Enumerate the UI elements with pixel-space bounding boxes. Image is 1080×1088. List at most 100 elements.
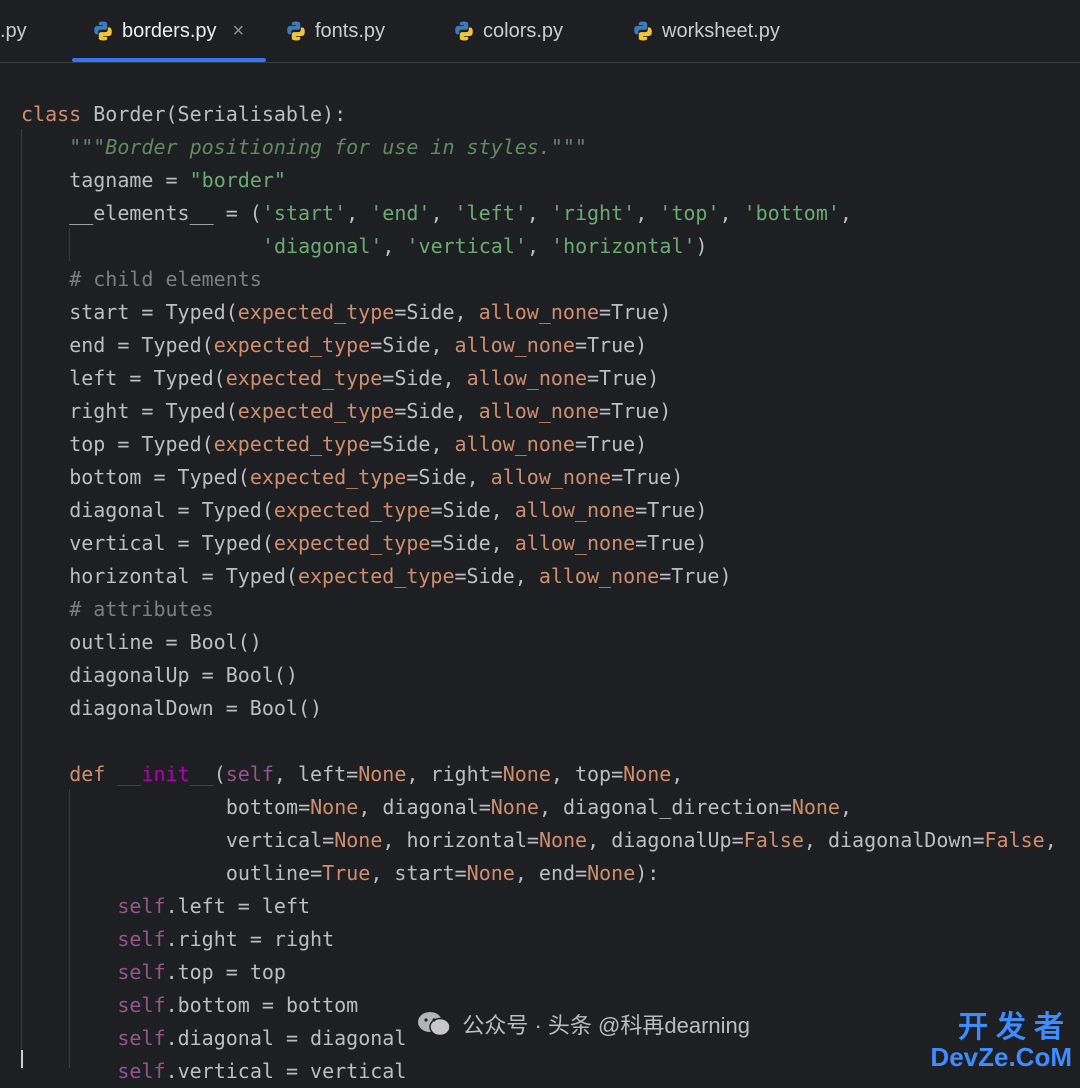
code-token: None [490,795,539,819]
comment-token: # child elements [69,267,262,291]
code-token: 'diagonal' [262,234,383,258]
self-token: self [117,894,166,918]
watermark: 公众号 · 头条 @科再dearning [416,1008,750,1040]
code-token: bottom = Typed( [69,465,250,489]
tab-colors-py[interactable]: colors.py [453,0,563,62]
code-token: tagname = [69,168,190,192]
code-token: , diagonalUp= [587,828,744,852]
code-line: vertical=None, horizontal=None, diagonal… [226,824,1057,857]
self-token: self [117,927,166,951]
code-token: None [538,828,588,852]
tab-borders-py[interactable]: borders.py × [92,0,244,62]
code-token: =Side, [394,399,479,423]
code-token: =Side, [430,531,515,555]
code-token: Border(Serialisable): [81,102,347,126]
code-token: 'bottom' [743,201,840,225]
code-token: 'end' [370,201,431,225]
code-token: None [466,861,515,885]
code-token: 'start' [261,201,347,225]
active-tab-indicator [72,58,266,62]
code-line: def __init__(self, left=None, right=None… [69,758,683,791]
kwarg-token: allow_none [454,432,575,456]
comment-token: # attributes [69,597,214,621]
site-watermark: 开发者 DevZe.CoM [930,1002,1072,1073]
kwarg-token: expected_type [249,465,407,489]
code-token: =Side, [454,564,539,588]
code-token: None [587,861,636,885]
code-token: .bottom = bottom [165,993,359,1017]
code-token: .diagonal = diagonal [165,1026,407,1050]
python-file-icon [94,21,112,41]
code-token: , diagonal_direction= [538,795,792,819]
tab-worksheet-py[interactable]: worksheet.py [632,0,780,62]
kwarg-token: expected_type [237,399,395,423]
code-token: , [1044,828,1057,852]
code-token: .left = left [165,894,311,918]
code-token: start = Typed( [69,300,238,324]
kwarg-token: allow_none [490,465,612,489]
code-token: , [526,234,552,258]
code-line: bottom = Typed(expected_type=Side, allow… [69,461,683,494]
kwarg-token: expected_type [273,498,431,522]
code-token: =True) [599,300,672,324]
code-token: outline = Bool() [69,630,262,654]
code-line: bottom=None, diagonal=None, diagonal_dir… [226,791,852,824]
code-token: 'left' [454,201,527,225]
code-token: , start= [370,861,467,885]
code-token: , [430,201,455,225]
code-line: diagonal = Typed(expected_type=Side, all… [69,494,707,527]
kwarg-token: expected_type [273,531,431,555]
code-token: diagonalDown = Bool() [69,696,323,720]
kwarg-token: expected_type [213,432,371,456]
code-line: left = Typed(expected_type=Side, allow_n… [69,362,659,395]
tab-label: fonts.py [315,19,386,42]
code-token: , [671,762,684,786]
code-token: None [358,762,407,786]
code-line: # attributes [69,593,214,626]
code-token: False [984,828,1045,852]
python-file-icon [455,21,473,41]
code-token: =Side, [370,432,455,456]
code-line: self.left = left [117,890,310,923]
code-line: self.diagonal = diagonal [117,1022,406,1055]
string-token: "border" [189,168,286,192]
code-line: self.bottom = bottom [117,989,358,1022]
code-token: ( [213,762,226,786]
kwarg-token: allow_none [514,498,636,522]
code-token: end = Typed( [69,333,214,357]
code-token: =Side, [406,465,491,489]
tab-fonts-py[interactable]: fonts.py [285,0,385,62]
tab-label: colors.py [483,19,564,42]
code-line: diagonalUp = Bool() [69,659,298,692]
kwarg-token: allow_none [478,300,600,324]
code-token: =True) [659,564,732,588]
code-token: .top = top [165,960,286,984]
code-line: horizontal = Typed(expected_type=Side, a… [69,560,731,593]
code-token: .vertical = vertical [165,1059,407,1083]
code-token: 'vertical' [406,234,527,258]
code-token: left = Typed( [69,366,226,390]
code-token: , horizontal= [382,828,539,852]
close-tab-icon[interactable]: × [233,20,245,43]
indent-guide [69,789,70,1068]
code-token: =True) [574,333,648,357]
code-token: 'top' [659,201,720,225]
code-token: True [322,861,371,885]
code-line: self.vertical = vertical [117,1055,406,1088]
kwarg-token: expected_type [213,333,371,357]
docstring-token: """Border positioning for use in styles.… [69,135,587,159]
code-token: , right= [406,762,503,786]
self-token: self [117,1059,166,1083]
self-token: self [117,1026,166,1050]
code-line: diagonalDown = Bool() [69,692,322,725]
code-line: top = Typed(expected_type=Side, allow_no… [69,428,647,461]
code-token: , [635,201,660,225]
code-token: None [310,795,359,819]
code-token: def [69,762,106,786]
tab-previous[interactable]: .py [0,0,27,62]
code-token: =True) [599,399,672,423]
kwarg-token: allow_none [514,531,636,555]
code-token: =True) [635,498,708,522]
code-line: self.right = right [117,923,334,956]
